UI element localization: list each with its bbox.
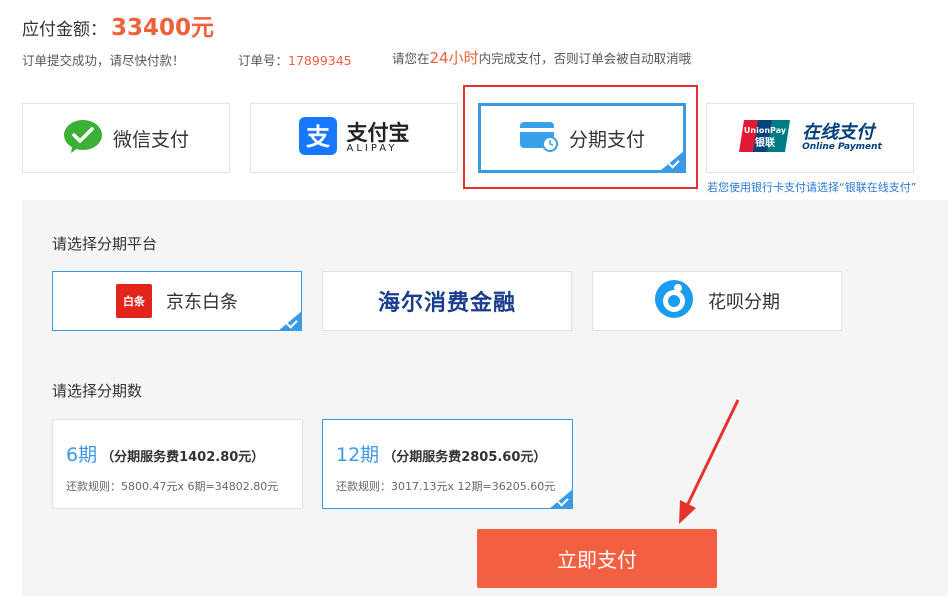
- amount-row: 应付金额： 33400元: [22, 8, 214, 41]
- deadline-suffix: 内完成支付，否则订单会被自动取消哦: [478, 51, 692, 66]
- unionpay-option[interactable]: UnionPay 银联 在线支付 Online Payment: [706, 103, 914, 173]
- alipay-en-label: ALIPAY: [346, 142, 398, 154]
- alipay-cn-label: 支付宝: [346, 120, 410, 145]
- term-fee: （分期服务费1402.80元）: [101, 450, 265, 465]
- term-fee: （分期服务费2805.60元）: [383, 450, 547, 465]
- unionpay-icon: UnionPay 银联: [738, 118, 792, 159]
- unionpay-tip: 若您使用银行卡支付请选择“银联在线支付”: [707, 181, 917, 194]
- order-number-label: 订单号：: [238, 53, 289, 68]
- alipay-icon: 支: [298, 116, 337, 160]
- term-repayment-rule: 还款规则：5800.47元x 6期=34802.80元: [66, 480, 279, 493]
- alipay-option[interactable]: 支 支付宝 ALIPAY: [250, 103, 458, 173]
- unionpay-logo-en: UnionPay: [744, 126, 787, 135]
- unionpay-logo-cn: 银联: [755, 136, 775, 149]
- amount-value: 33400元: [111, 15, 215, 41]
- term-period: 12期: [336, 444, 380, 466]
- installment-card-icon: [519, 120, 559, 157]
- platform-huabei[interactable]: 花呗分期: [592, 271, 842, 331]
- platform-jd-baitiao[interactable]: 白条 京东白条: [52, 271, 302, 331]
- deadline-text: 请您在24小时内完成支付，否则订单会被自动取消哦: [392, 47, 691, 68]
- unionpay-text: 在线支付 Online Payment: [802, 123, 882, 153]
- term-head: 12期 （分期服务费2805.60元）: [336, 440, 546, 467]
- svg-text:支: 支: [306, 123, 331, 151]
- jd-baitiao-logo-icon: 白条: [116, 284, 152, 318]
- haier-finance-label: 海尔消费金融: [377, 290, 516, 316]
- order-number: 17899345: [288, 53, 352, 68]
- wechat-pay-label: 微信支付: [112, 128, 189, 151]
- submit-success-text: 订单提交成功，请尽快付款！: [22, 53, 185, 68]
- amount-label: 应付金额：: [22, 20, 107, 40]
- alipay-text: 支付宝 ALIPAY: [347, 122, 410, 155]
- installment-pay-option[interactable]: 分期支付: [478, 103, 686, 173]
- pay-now-button[interactable]: 立即支付: [477, 529, 717, 588]
- term-repayment-rule: 还款规则：3017.13元x 12期=36205.60元: [336, 480, 556, 493]
- deadline-prefix: 请您在: [392, 51, 430, 66]
- term-option-12[interactable]: 12期 （分期服务费2805.60元） 还款规则：3017.13元x 12期=36…: [322, 419, 573, 509]
- order-number-group: 订单号：17899345: [238, 50, 352, 69]
- term-head: 6期 （分期服务费1402.80元）: [66, 440, 264, 467]
- jd-baitiao-label: 京东白条: [166, 292, 238, 313]
- selected-check-icon: [278, 311, 302, 331]
- wechat-pay-option[interactable]: 微信支付: [22, 103, 230, 173]
- deadline-hours: 24小时: [429, 49, 479, 67]
- term-period: 6期: [66, 444, 98, 466]
- selected-check-icon: [549, 489, 573, 509]
- installment-pay-label: 分期支付: [568, 128, 645, 151]
- selected-check-icon: [660, 151, 684, 171]
- term-option-6[interactable]: 6期 （分期服务费1402.80元） 还款规则：5800.47元x 6期=3480…: [52, 419, 303, 509]
- unionpay-en-label: Online Payment: [802, 141, 882, 152]
- platform-section-title: 请选择分期平台: [52, 235, 158, 253]
- wechat-icon: [63, 118, 103, 159]
- unionpay-cn-label: 在线支付: [802, 122, 875, 144]
- platform-haier-finance[interactable]: 海尔消费金融: [322, 271, 572, 331]
- huabei-icon: [654, 279, 694, 324]
- terms-section-title: 请选择分期数: [52, 382, 143, 400]
- huabei-label: 花呗分期: [708, 292, 780, 313]
